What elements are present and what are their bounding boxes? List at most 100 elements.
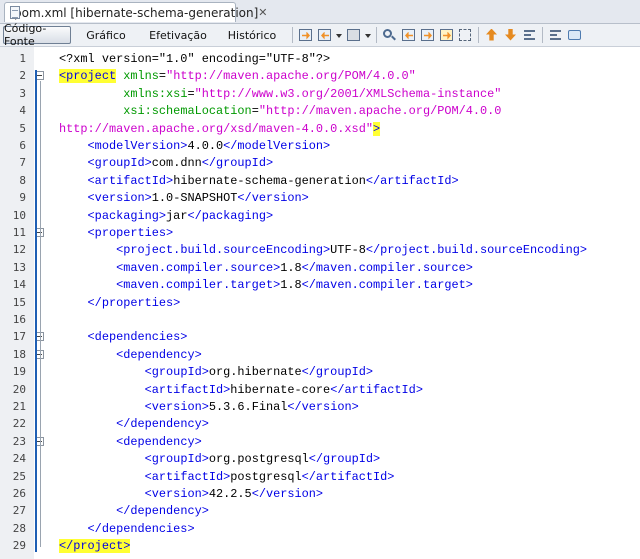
- line-number: 9: [19, 191, 26, 205]
- code-text: xsi:schemaLocation="http://maven.apache.…: [59, 104, 501, 118]
- code-token: </groupId>: [308, 452, 381, 467]
- code-token: =: [158, 69, 167, 84]
- code-token: >: [372, 121, 381, 136]
- forward-icon[interactable]: [345, 27, 362, 44]
- forward-dropdown-icon[interactable]: [364, 27, 372, 44]
- find-icon[interactable]: [381, 27, 398, 44]
- code-token: postgresql: [230, 469, 302, 484]
- code-editor[interactable]: 1 <?xml version="1.0" encoding="UTF-8"?> 2…: [0, 47, 640, 559]
- line-number: 25: [12, 469, 26, 483]
- code-token: </artifactId>: [301, 469, 395, 484]
- code-token: <version>: [144, 400, 209, 414]
- toolbar-separator: [376, 27, 377, 43]
- code-line: 27 </dependency>: [0, 503, 640, 520]
- code-text: <maven.compiler.source>1.8</maven.compil…: [59, 261, 473, 275]
- code-text: xmlns:xsi="http://www.w3.org/2001/XMLSch…: [59, 87, 501, 101]
- code-text: <modelVersion>4.0.0</modelVersion>: [59, 139, 331, 153]
- view-tab-graph[interactable]: Gráfico: [71, 26, 141, 44]
- code-line: 6 <modelVersion>4.0.0</modelVersion>: [0, 138, 640, 155]
- code-text: <dependency>: [59, 435, 202, 449]
- code-text: </dependency>: [59, 504, 209, 518]
- line-number: 19: [12, 365, 26, 379]
- code-token: </version>: [287, 400, 359, 414]
- line-number: 29: [12, 539, 26, 553]
- code-token: <groupId>: [87, 156, 152, 171]
- shift-left-icon[interactable]: [547, 27, 564, 44]
- next-bookmark-icon[interactable]: [502, 27, 519, 44]
- find-previous-icon[interactable]: [400, 27, 417, 44]
- code-token: </project>: [59, 539, 131, 554]
- code-text: http://maven.apache.org/xsd/maven-4.0.0.…: [59, 121, 381, 136]
- code-token: <dependency>: [116, 434, 202, 449]
- code-line: 20 <artifactId>hibernate-core</artifactI…: [0, 382, 640, 399]
- code-text: <version>42.2.5</version>: [59, 487, 323, 501]
- fold-guide: [40, 238, 41, 304]
- line-number: 27: [12, 504, 26, 518]
- last-edit-icon[interactable]: [297, 27, 314, 44]
- view-tab-source[interactable]: Código-Fonte: [3, 22, 71, 48]
- back-icon[interactable]: [316, 27, 333, 44]
- code-line: 17 <dependencies>: [0, 329, 640, 346]
- code-token: <version>: [87, 191, 152, 206]
- code-text: </project>: [59, 539, 131, 554]
- code-line: 25 <artifactId>postgresql</artifactId>: [0, 469, 640, 486]
- code-token: 1.0-SNAPSHOT: [151, 191, 238, 206]
- code-token: </dependency>: [116, 504, 209, 519]
- close-tab-icon[interactable]: ✕: [258, 6, 267, 19]
- line-number: 6: [19, 139, 26, 152]
- view-tab-effective[interactable]: Efetivação: [141, 26, 215, 44]
- back-dropdown-icon[interactable]: [335, 27, 343, 44]
- line-number: 16: [12, 313, 26, 326]
- code-text: <packaging>jar</packaging>: [59, 208, 274, 223]
- toggle-bookmark-icon[interactable]: [521, 27, 538, 44]
- code-token: </properties>: [87, 295, 181, 310]
- code-token: 5.3.6.Final: [208, 400, 288, 414]
- code-token: </packaging>: [187, 208, 274, 223]
- previous-bookmark-icon[interactable]: [483, 27, 500, 44]
- toggle-highlight-icon[interactable]: [438, 27, 455, 44]
- select-icon[interactable]: [457, 27, 474, 44]
- line-number: 1: [19, 52, 26, 65]
- code-token: "http://maven.apache.org/POM/4.0.0: [258, 104, 502, 119]
- line-number: 4: [19, 104, 26, 118]
- comment-icon[interactable]: [566, 27, 583, 44]
- code-text: <maven.compiler.target>1.8</maven.compil…: [59, 278, 473, 292]
- code-text: <groupId>org.postgresql</groupId>: [59, 452, 381, 467]
- line-number: 11: [12, 226, 26, 239]
- code-token: <project.build.sourceEncoding>: [116, 243, 331, 258]
- code-token: <modelVersion>: [87, 139, 188, 153]
- code-token: =: [187, 86, 195, 101]
- code-line: 12 <project.build.sourceEncoding>UTF-8</…: [0, 242, 640, 259]
- line-number: 28: [12, 521, 26, 535]
- code-token: xsi:schemaLocation: [123, 104, 252, 119]
- code-token: </modelVersion>: [223, 139, 331, 153]
- code-token: http://maven.apache.org/xsd/maven-4.0.0.…: [59, 121, 373, 136]
- code-token: com.dnn: [151, 156, 202, 171]
- code-line: 13 <maven.compiler.source>1.8</maven.com…: [0, 260, 640, 277]
- code-line: 26 <version>42.2.5</version>: [0, 486, 640, 503]
- view-tab-history[interactable]: Histórico: [215, 26, 289, 44]
- code-line: 16: [0, 312, 640, 329]
- line-number: 12: [12, 243, 26, 257]
- code-line: 28 </dependencies>: [0, 521, 640, 538]
- code-token: </version>: [251, 487, 324, 501]
- code-token: </artifactId>: [330, 382, 423, 397]
- code-text: <artifactId>postgresql</artifactId>: [59, 469, 395, 484]
- code-line: 10 <packaging>jar</packaging>: [0, 208, 640, 225]
- code-line: 7 <groupId>com.dnn</groupId>: [0, 155, 640, 172]
- code-token: hibernate-core: [230, 382, 331, 397]
- code-token: 1.8: [280, 278, 302, 293]
- find-next-icon[interactable]: [419, 27, 436, 44]
- file-tab-pom-xml[interactable]: pom.xml [hibernate-schema-generation] ✕: [4, 2, 268, 22]
- code-line: 15 </properties>: [0, 295, 640, 312]
